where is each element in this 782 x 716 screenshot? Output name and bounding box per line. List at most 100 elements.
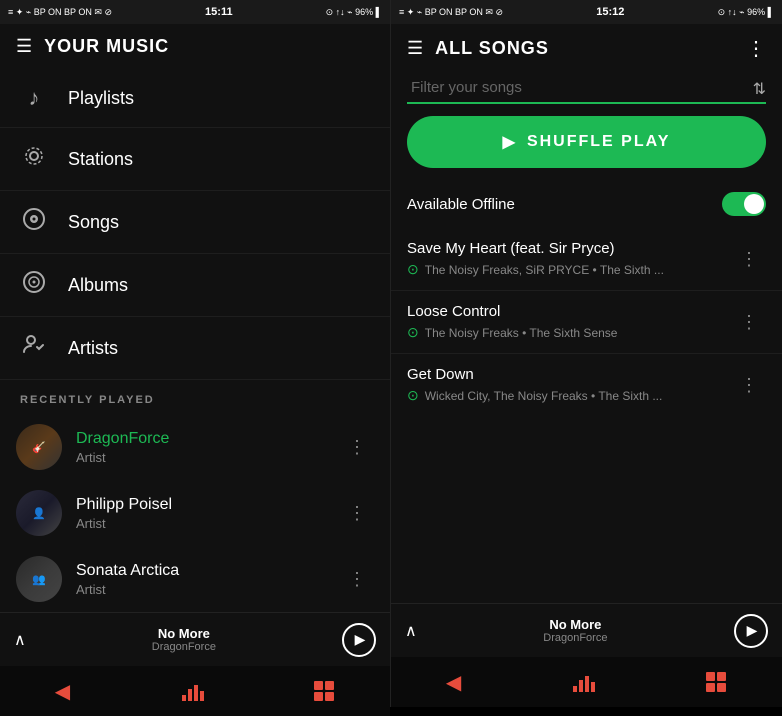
albums-label: Albums <box>68 275 128 296</box>
right-player-chevron[interactable]: ∧ <box>405 621 417 641</box>
song-0-info: Save My Heart (feat. Sir Pryce) ⊙ The No… <box>407 240 732 278</box>
left-time: 15:11 <box>205 6 233 18</box>
songs-label: Songs <box>68 212 119 233</box>
left-player-info: No More DragonForce <box>36 626 332 653</box>
nav-item-stations[interactable]: Stations <box>0 128 390 191</box>
song-2-more[interactable]: ⋮ <box>732 371 766 400</box>
download-icon-1: ⊙ <box>407 324 419 341</box>
left-bars-icon[interactable] <box>180 681 204 701</box>
sonata-name: Sonata Arctica <box>76 562 326 580</box>
right-status-icons-left: ≡ ✦ ⌁ BP ON BP ON ✉ ⊘ <box>399 7 503 18</box>
left-status-right: ⊙ ↑↓ ⌁ 96% ▌ <box>326 7 382 18</box>
playlists-icon: ♪ <box>20 85 48 111</box>
offline-toggle[interactable] <box>722 192 766 216</box>
right-panel-title: ALL SONGS <box>435 38 549 59</box>
dragonforce-info: DragonForce Artist <box>76 430 326 465</box>
nav-item-playlists[interactable]: ♪ Playlists <box>0 69 390 128</box>
philipp-more[interactable]: ⋮ <box>340 499 374 528</box>
right-status-bar: ≡ ✦ ⌁ BP ON BP ON ✉ ⊘ 15:12 ⊙ ↑↓ ⌁ 96% ▌ <box>391 0 782 24</box>
left-player-song: No More <box>36 626 332 641</box>
right-player-song: No More <box>427 617 724 632</box>
right-bars-icon[interactable] <box>571 672 595 692</box>
philipp-info: Philipp Poisel Artist <box>76 496 326 531</box>
song-2-info: Get Down ⊙ Wicked City, The Noisy Freaks… <box>407 366 732 404</box>
right-grid-icon[interactable] <box>705 671 727 693</box>
song-1-details: The Noisy Freaks • The Sixth Sense <box>425 326 618 340</box>
philipp-type: Artist <box>76 516 326 531</box>
right-bottom-player: ∧ No More DragonForce ▶ <box>391 603 782 657</box>
sonata-more[interactable]: ⋮ <box>340 565 374 594</box>
shuffle-play-label: SHUFFLE PLAY <box>527 133 670 151</box>
right-player-artist: DragonForce <box>427 632 724 644</box>
song-2-details: Wicked City, The Noisy Freaks • The Sixt… <box>425 389 663 403</box>
song-item-1[interactable]: Loose Control ⊙ The Noisy Freaks • The S… <box>391 291 782 354</box>
left-player-chevron[interactable]: ∧ <box>14 630 26 650</box>
nav-list: ♪ Playlists Stations Songs <box>0 69 390 380</box>
right-header: ☰ ALL SONGS ⋮ <box>391 24 782 73</box>
left-back-icon[interactable]: ◀ <box>55 679 70 704</box>
shuffle-play-icon: ▶ <box>503 132 517 152</box>
left-panel-title: YOUR MUSIC <box>44 36 169 57</box>
philipp-thumb: 👤 <box>16 490 62 536</box>
dragonforce-type: Artist <box>76 450 326 465</box>
song-2-meta: ⊙ Wicked City, The Noisy Freaks • The Si… <box>407 387 732 404</box>
sonata-info: Sonata Arctica Artist <box>76 562 326 597</box>
right-back-icon[interactable]: ◀ <box>446 670 461 695</box>
right-player-play[interactable]: ▶ <box>734 614 768 648</box>
stations-icon <box>20 144 48 174</box>
recent-item-dragonforce[interactable]: 🎸 DragonForce Artist ⋮ <box>0 414 390 480</box>
nav-item-albums[interactable]: Albums <box>0 254 390 317</box>
song-1-title: Loose Control <box>407 303 732 320</box>
download-icon-2: ⊙ <box>407 387 419 404</box>
nav-item-artists[interactable]: Artists <box>0 317 390 380</box>
download-icon-0: ⊙ <box>407 261 419 278</box>
left-player-play[interactable]: ▶ <box>342 623 376 657</box>
dragonforce-more[interactable]: ⋮ <box>340 433 374 462</box>
search-input[interactable] <box>407 73 766 104</box>
song-0-more[interactable]: ⋮ <box>732 245 766 274</box>
song-0-title: Save My Heart (feat. Sir Pryce) <box>407 240 732 257</box>
shuffle-play-button[interactable]: ▶ SHUFFLE PLAY <box>407 116 766 168</box>
song-item-2[interactable]: Get Down ⊙ Wicked City, The Noisy Freaks… <box>391 354 782 416</box>
right-panel: ≡ ✦ ⌁ BP ON BP ON ✉ ⊘ 15:12 ⊙ ↑↓ ⌁ 96% ▌… <box>391 0 782 707</box>
recent-item-philipp[interactable]: 👤 Philipp Poisel Artist ⋮ <box>0 480 390 546</box>
right-player-info: No More DragonForce <box>427 617 724 644</box>
right-bottom-nav: ◀ <box>391 657 782 707</box>
left-bottom-nav: ◀ <box>0 666 390 716</box>
albums-icon <box>20 270 48 300</box>
filter-icon[interactable]: ⇅ <box>753 79 766 99</box>
song-item-0[interactable]: Save My Heart (feat. Sir Pryce) ⊙ The No… <box>391 228 782 291</box>
offline-row: Available Offline <box>391 182 782 228</box>
dragonforce-name: DragonForce <box>76 430 326 448</box>
left-status-icons: ≡ ✦ ⌁ BP ON BP ON ✉ ⊘ <box>8 7 112 18</box>
left-panel: ≡ ✦ ⌁ BP ON BP ON ✉ ⊘ 15:11 ⊙ ↑↓ ⌁ 96% ▌… <box>0 0 391 707</box>
song-2-title: Get Down <box>407 366 732 383</box>
right-more-icon[interactable]: ⋮ <box>746 36 766 61</box>
song-0-details: The Noisy Freaks, SiR PRYCE • The Sixth … <box>425 263 664 277</box>
left-bottom-player: ∧ No More DragonForce ▶ <box>0 612 390 666</box>
song-1-info: Loose Control ⊙ The Noisy Freaks • The S… <box>407 303 732 341</box>
left-player-artist: DragonForce <box>36 641 332 653</box>
recent-item-sonata[interactable]: 👥 Sonata Arctica Artist ⋮ <box>0 546 390 612</box>
artists-icon <box>20 333 48 363</box>
dragonforce-thumb: 🎸 <box>16 424 62 470</box>
search-bar: ⇅ <box>407 73 766 104</box>
philipp-name: Philipp Poisel <box>76 496 326 514</box>
recently-played-label: RECENTLY PLAYED <box>0 380 390 414</box>
wifi-icon: ⊙ ↑↓ ⌁ 96% ▌ <box>326 7 382 18</box>
song-1-more[interactable]: ⋮ <box>732 308 766 337</box>
offline-label: Available Offline <box>407 196 515 213</box>
status-icons-left: ≡ ✦ ⌁ BP ON BP ON ✉ ⊘ <box>8 7 112 18</box>
right-play-icon: ▶ <box>747 622 758 639</box>
songs-icon <box>20 207 48 237</box>
toggle-knob <box>744 194 764 214</box>
right-wifi-icon: ⊙ ↑↓ ⌁ 96% ▌ <box>718 7 774 18</box>
right-menu-icon[interactable]: ☰ <box>407 38 423 59</box>
menu-icon[interactable]: ☰ <box>16 36 32 57</box>
nav-item-songs[interactable]: Songs <box>0 191 390 254</box>
playlists-label: Playlists <box>68 88 134 109</box>
left-grid-icon[interactable] <box>313 680 335 702</box>
stations-label: Stations <box>68 149 133 170</box>
right-header-left: ☰ ALL SONGS <box>407 38 549 59</box>
sonata-thumb: 👥 <box>16 556 62 602</box>
